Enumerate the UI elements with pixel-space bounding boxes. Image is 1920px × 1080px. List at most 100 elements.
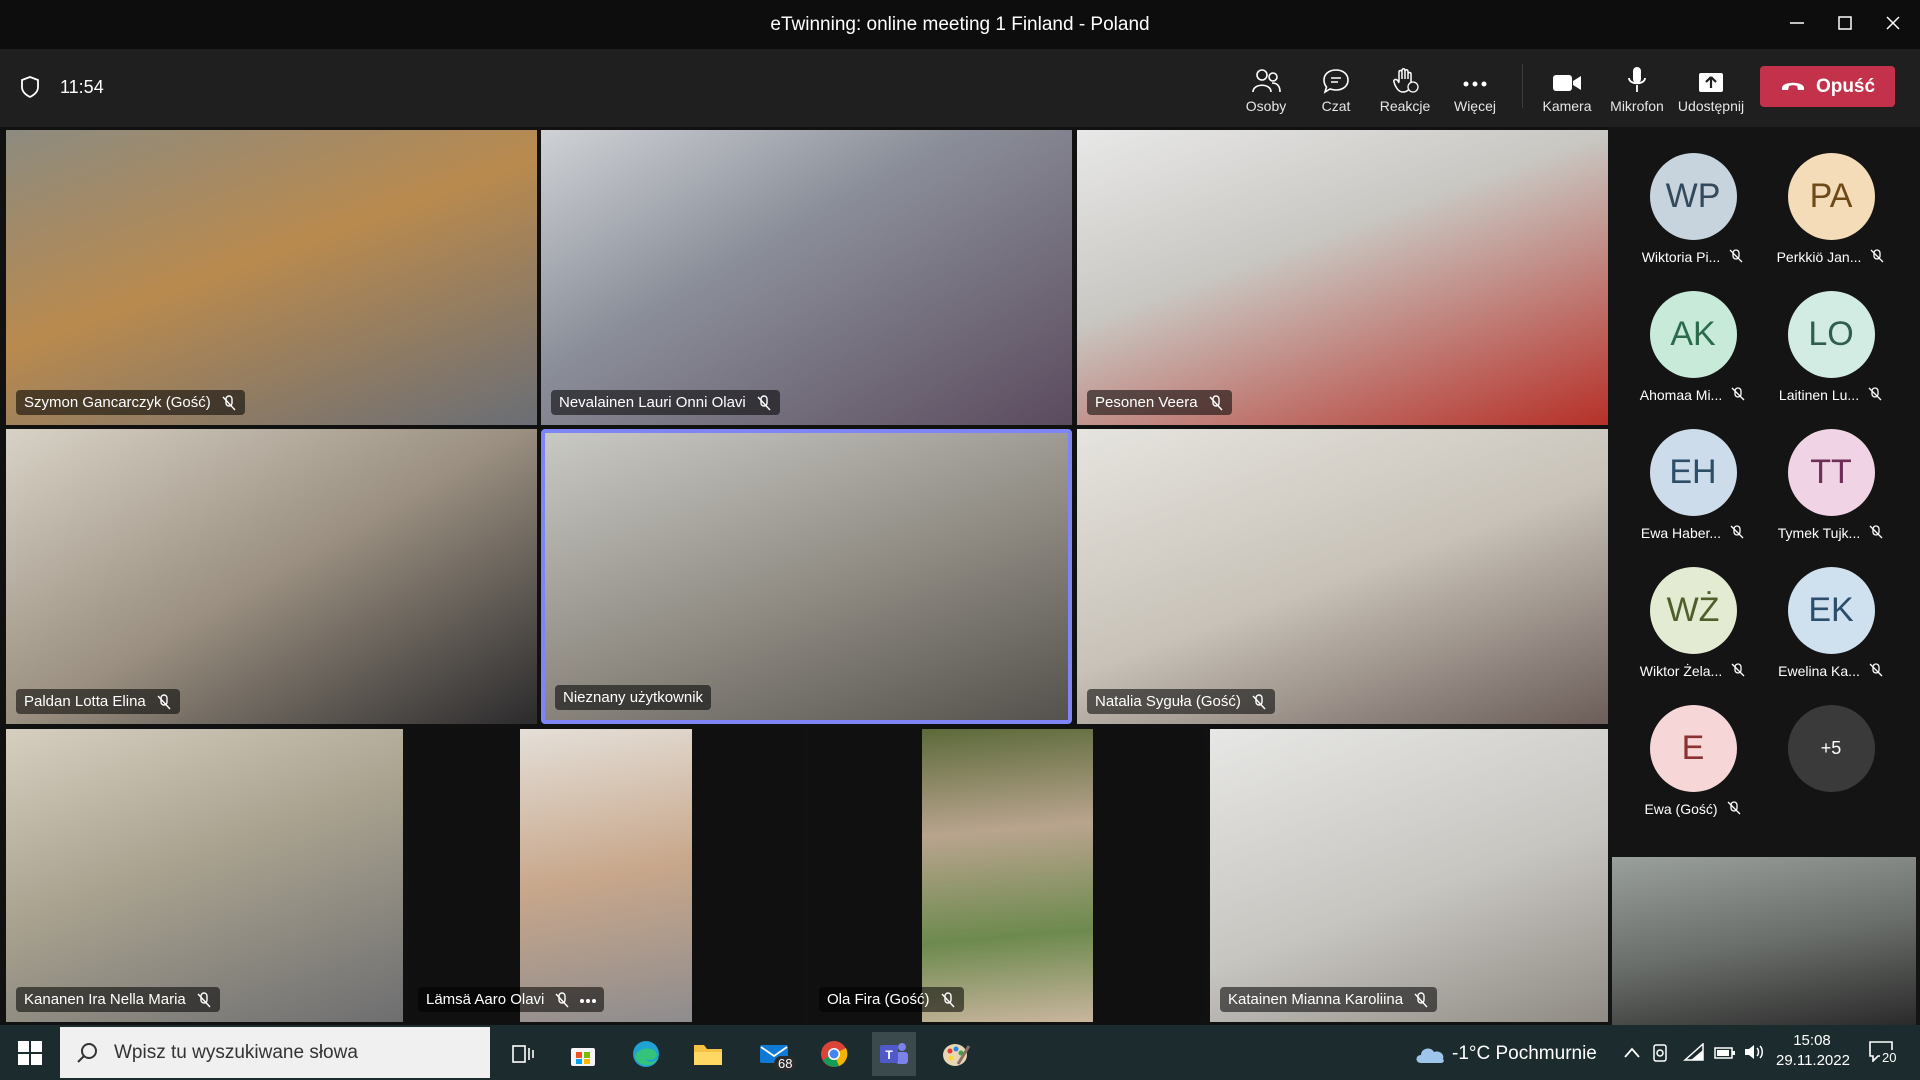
participant-name-tag: Nieznany użytkownik bbox=[555, 685, 712, 710]
video-feed bbox=[922, 729, 1093, 1022]
mic-off-icon bbox=[156, 693, 172, 710]
people-button[interactable]: Osoby bbox=[1230, 60, 1302, 118]
participant-name-tag: Szymon Gancarczyk (Gość) bbox=[16, 390, 245, 415]
more-label: Więcej bbox=[1453, 98, 1496, 114]
more-options-icon[interactable] bbox=[580, 991, 597, 1008]
reactions-button[interactable]: Reakcje bbox=[1369, 60, 1441, 118]
mic-off-icon bbox=[1730, 387, 1746, 403]
edge-icon[interactable] bbox=[624, 1032, 668, 1076]
chevron-up-icon[interactable] bbox=[1623, 1046, 1641, 1065]
avatar: AK bbox=[1649, 291, 1737, 378]
taskbar-clock[interactable]: 15:08 29.11.2022 bbox=[1776, 1032, 1850, 1069]
avatar: WŻ bbox=[1649, 567, 1737, 654]
window-title: eTwinning: online meeting 1 Finland - Po… bbox=[770, 14, 1150, 35]
leave-button[interactable]: Opuść bbox=[1760, 66, 1895, 107]
mic-off-icon bbox=[1730, 663, 1746, 679]
mic-off-icon bbox=[1726, 801, 1742, 817]
maximize-button[interactable] bbox=[1822, 6, 1868, 40]
paint-icon[interactable] bbox=[934, 1032, 978, 1076]
roster-participant[interactable]: WP Wiktoria Pi... bbox=[1624, 153, 1762, 265]
self-view-video[interactable] bbox=[1612, 857, 1916, 1025]
video-tile[interactable]: Natalia Syguła (Gość) bbox=[1077, 429, 1608, 724]
video-tile[interactable]: Lämsä Aaro Olavi bbox=[408, 729, 804, 1022]
device-icon[interactable] bbox=[1651, 1044, 1669, 1067]
wifi-icon[interactable] bbox=[1683, 1042, 1705, 1066]
reactions-label: Reakcje bbox=[1379, 98, 1431, 114]
battery-icon[interactable] bbox=[1714, 1046, 1736, 1065]
roster-participant[interactable]: AK Ahomaa Mi... bbox=[1624, 291, 1762, 403]
avatar: WP bbox=[1649, 153, 1737, 240]
participant-name-tag: Natalia Syguła (Gość) bbox=[1087, 689, 1275, 714]
mic-off-icon bbox=[1868, 663, 1884, 679]
video-tile[interactable]: Katainen Mianna Karoliina bbox=[1210, 729, 1608, 1022]
hang-up-icon bbox=[1780, 76, 1806, 98]
mic-off-icon bbox=[1208, 394, 1224, 411]
mic-off-icon bbox=[1869, 249, 1885, 265]
share-icon bbox=[1675, 60, 1747, 94]
roster-participant[interactable]: E Ewa (Gość) bbox=[1624, 705, 1762, 817]
weather-text[interactable]: -1°C Pochmurnie bbox=[1452, 1043, 1597, 1065]
chat-icon bbox=[1300, 60, 1372, 94]
more-participants-button[interactable]: +5 bbox=[1762, 705, 1900, 792]
task-view-icon[interactable] bbox=[500, 1032, 544, 1076]
microphone-label: Mikrofon bbox=[1610, 98, 1664, 114]
avatar: TT bbox=[1787, 429, 1875, 516]
active-speaker-tile[interactable]: Nieznany użytkownik bbox=[541, 429, 1072, 724]
more-icon bbox=[1439, 60, 1511, 94]
video-tile[interactable]: Nevalainen Lauri Onni Olavi bbox=[541, 130, 1072, 425]
participant-name-tag: Nevalainen Lauri Onni Olavi bbox=[551, 390, 780, 415]
chat-button[interactable]: Czat bbox=[1300, 60, 1372, 118]
teams-icon[interactable]: T bbox=[872, 1032, 916, 1076]
mic-off-icon bbox=[1728, 249, 1744, 265]
minimize-button[interactable] bbox=[1774, 6, 1820, 40]
video-tile[interactable]: Kananen Ira Nella Maria bbox=[6, 729, 403, 1022]
mic-off-icon bbox=[1729, 525, 1745, 541]
notifications-count: 20 bbox=[1880, 1050, 1899, 1065]
roster-participant[interactable]: LO Laitinen Lu... bbox=[1762, 291, 1900, 403]
avatar: EK bbox=[1787, 567, 1875, 654]
microphone-button[interactable]: Mikrofon bbox=[1601, 60, 1673, 118]
file-explorer-icon[interactable] bbox=[686, 1032, 730, 1076]
roster-participant[interactable]: EH Ewa Haber... bbox=[1624, 429, 1762, 541]
participant-name-tag: Katainen Mianna Karoliina bbox=[1220, 987, 1438, 1012]
close-window-button[interactable] bbox=[1870, 6, 1916, 40]
leave-label: Opuść bbox=[1815, 75, 1876, 97]
video-tile[interactable]: Paldan Lotta Elina bbox=[6, 429, 537, 724]
roster-participant[interactable]: PA Perkkiö Jan... bbox=[1762, 153, 1900, 265]
more-button[interactable]: Więcej bbox=[1439, 60, 1511, 118]
roster-panel: WP Wiktoria Pi... PA Perkkiö Jan... AK A… bbox=[1608, 127, 1920, 1025]
store-icon[interactable] bbox=[561, 1032, 605, 1076]
video-feed bbox=[520, 729, 692, 1022]
notifications-icon[interactable]: 20 bbox=[1868, 1040, 1899, 1067]
roster-participant[interactable]: TT Tymek Tujk... bbox=[1762, 429, 1900, 541]
mic-off-icon bbox=[1251, 693, 1267, 710]
participant-name-tag: Paldan Lotta Elina bbox=[16, 689, 180, 714]
video-tile[interactable]: Pesonen Veera bbox=[1077, 130, 1608, 425]
volume-icon[interactable] bbox=[1744, 1043, 1766, 1066]
roster-participant[interactable]: WŻ Wiktor Żela... bbox=[1624, 567, 1762, 679]
windows-start-icon[interactable] bbox=[18, 1041, 42, 1070]
mic-off-icon bbox=[196, 991, 212, 1008]
cloud-icon bbox=[1413, 1043, 1447, 1070]
avatar: PA bbox=[1787, 153, 1875, 240]
video-tile[interactable]: Szymon Gancarczyk (Gość) bbox=[6, 130, 537, 425]
microphone-icon bbox=[1601, 60, 1673, 94]
video-tile[interactable]: Ola Fira (Gość) bbox=[809, 729, 1205, 1022]
toolbar-divider bbox=[1522, 64, 1523, 108]
chat-label: Czat bbox=[1321, 98, 1351, 114]
participant-name-tag: Lämsä Aaro Olavi bbox=[418, 987, 605, 1012]
roster-participant[interactable]: EK Ewelina Ka... bbox=[1762, 567, 1900, 679]
share-button[interactable]: Udostępnij bbox=[1675, 60, 1747, 118]
camera-button[interactable]: Kamera bbox=[1531, 60, 1603, 118]
taskbar-search-box[interactable]: Wpisz tu wyszukiwane słowa bbox=[60, 1027, 490, 1078]
mic-off-icon bbox=[1413, 991, 1429, 1008]
mail-icon[interactable]: 68 bbox=[752, 1032, 797, 1076]
shield-icon bbox=[20, 76, 40, 103]
mic-off-icon bbox=[756, 394, 772, 411]
share-label: Udostępnij bbox=[1677, 98, 1745, 114]
mic-off-icon bbox=[554, 991, 570, 1008]
avatar: LO bbox=[1787, 291, 1875, 378]
chrome-icon[interactable] bbox=[812, 1032, 856, 1076]
mail-badge: 68 bbox=[774, 1056, 797, 1071]
mic-off-icon bbox=[1867, 387, 1883, 403]
